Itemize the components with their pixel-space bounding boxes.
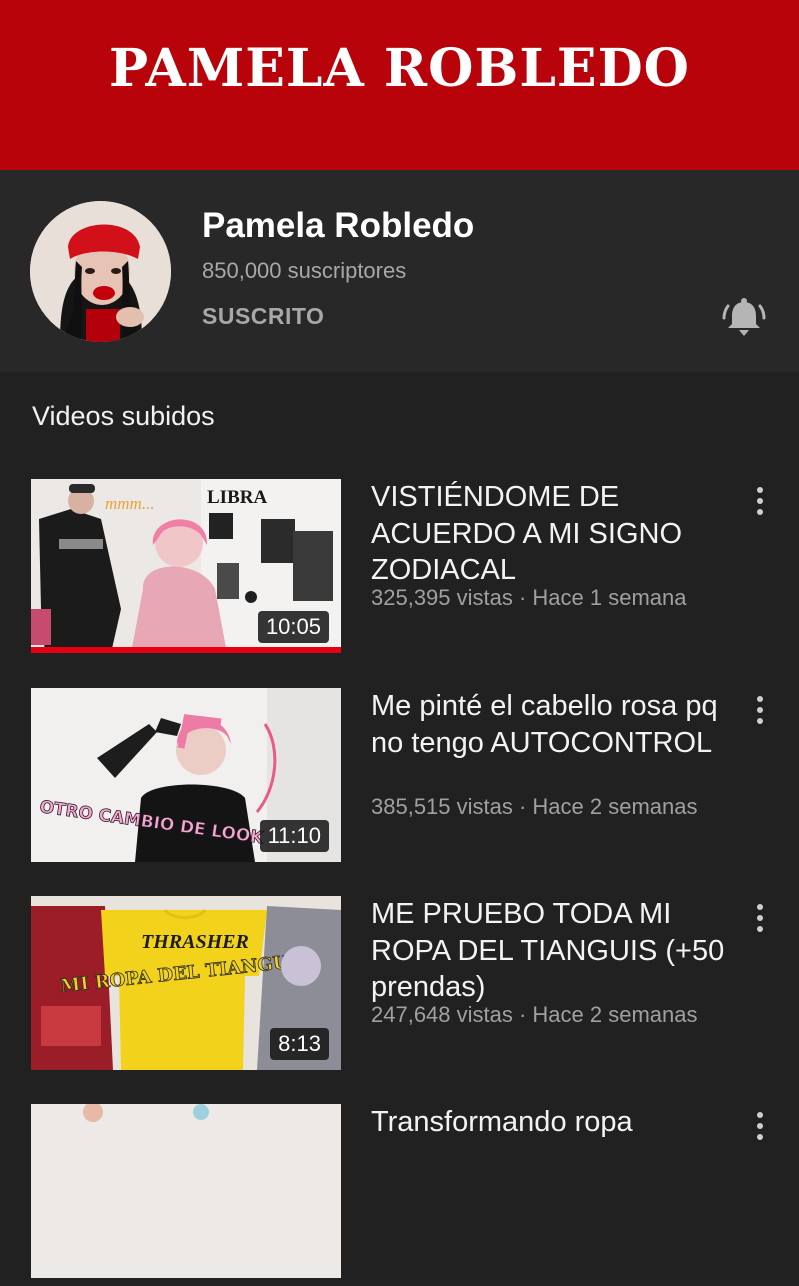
video-meta: 385,515 vistas · Hace 2 semanas <box>371 794 698 819</box>
video-thumbnail[interactable] <box>31 1104 341 1278</box>
video-title[interactable]: Me pinté el cabello rosa pq no tengo AUT… <box>371 688 731 761</box>
video-meta: 247,648 vistas · Hace 2 semanas <box>371 1002 698 1027</box>
thumb-text-mmm: mmm... <box>105 494 155 513</box>
video-title[interactable]: VISTIÉNDOME DE ACUERDO A MI SIGNO ZODIAC… <box>371 479 731 589</box>
video-item[interactable]: mmm... LIBRA 10:05 VISTIÉNDOME DE ACUERD… <box>0 479 799 661</box>
video-duration: 10:05 <box>257 611 329 643</box>
video-thumbnail[interactable]: THRASHER MI ROPA DEL TIANGUIS 8:13 <box>31 896 341 1070</box>
thumb-text-thrasher: THRASHER <box>141 931 249 953</box>
video-meta: 325,395 vistas · Hace 1 semana <box>371 585 687 610</box>
more-options-icon[interactable] <box>745 483 775 519</box>
more-options-icon[interactable] <box>745 900 775 936</box>
video-duration: 11:10 <box>259 820 329 852</box>
video-item[interactable]: THRASHER MI ROPA DEL TIANGUIS 8:13 ME PR… <box>0 896 799 1078</box>
channel-banner: PAMELA ROBLEDO <box>0 0 799 170</box>
watch-progress-bar <box>31 647 341 653</box>
video-thumbnail[interactable]: mmm... LIBRA 10:05 <box>31 479 341 653</box>
subscriber-count: 850,000 suscriptores <box>202 258 407 283</box>
channel-name[interactable]: Pamela Robledo <box>202 206 474 246</box>
video-title[interactable]: Transformando ropa <box>371 1104 731 1141</box>
video-thumbnail[interactable]: OTRO CAMBIO DE LOOK 11:10 <box>31 688 341 862</box>
video-duration: 8:13 <box>270 1028 329 1060</box>
more-options-icon[interactable] <box>745 1108 775 1144</box>
channel-avatar[interactable] <box>30 201 171 342</box>
video-item[interactable]: OTRO CAMBIO DE LOOK 11:10 Me pinté el ca… <box>0 688 799 870</box>
banner-title: PAMELA ROBLEDO <box>109 37 690 99</box>
thumb-text-libra: LIBRA <box>207 487 267 508</box>
bell-ringing-icon[interactable] <box>722 296 766 338</box>
more-options-icon[interactable] <box>745 692 775 728</box>
channel-header: Pamela Robledo 850,000 suscriptores SUSC… <box>0 170 799 372</box>
section-title: Videos subidos <box>32 401 215 431</box>
video-item[interactable]: Transformando ropa <box>0 1104 799 1286</box>
video-title[interactable]: ME PRUEBO TODA MI ROPA DEL TIANGUIS (+50… <box>371 896 731 1006</box>
subscribed-button[interactable]: SUSCRITO <box>202 303 324 330</box>
